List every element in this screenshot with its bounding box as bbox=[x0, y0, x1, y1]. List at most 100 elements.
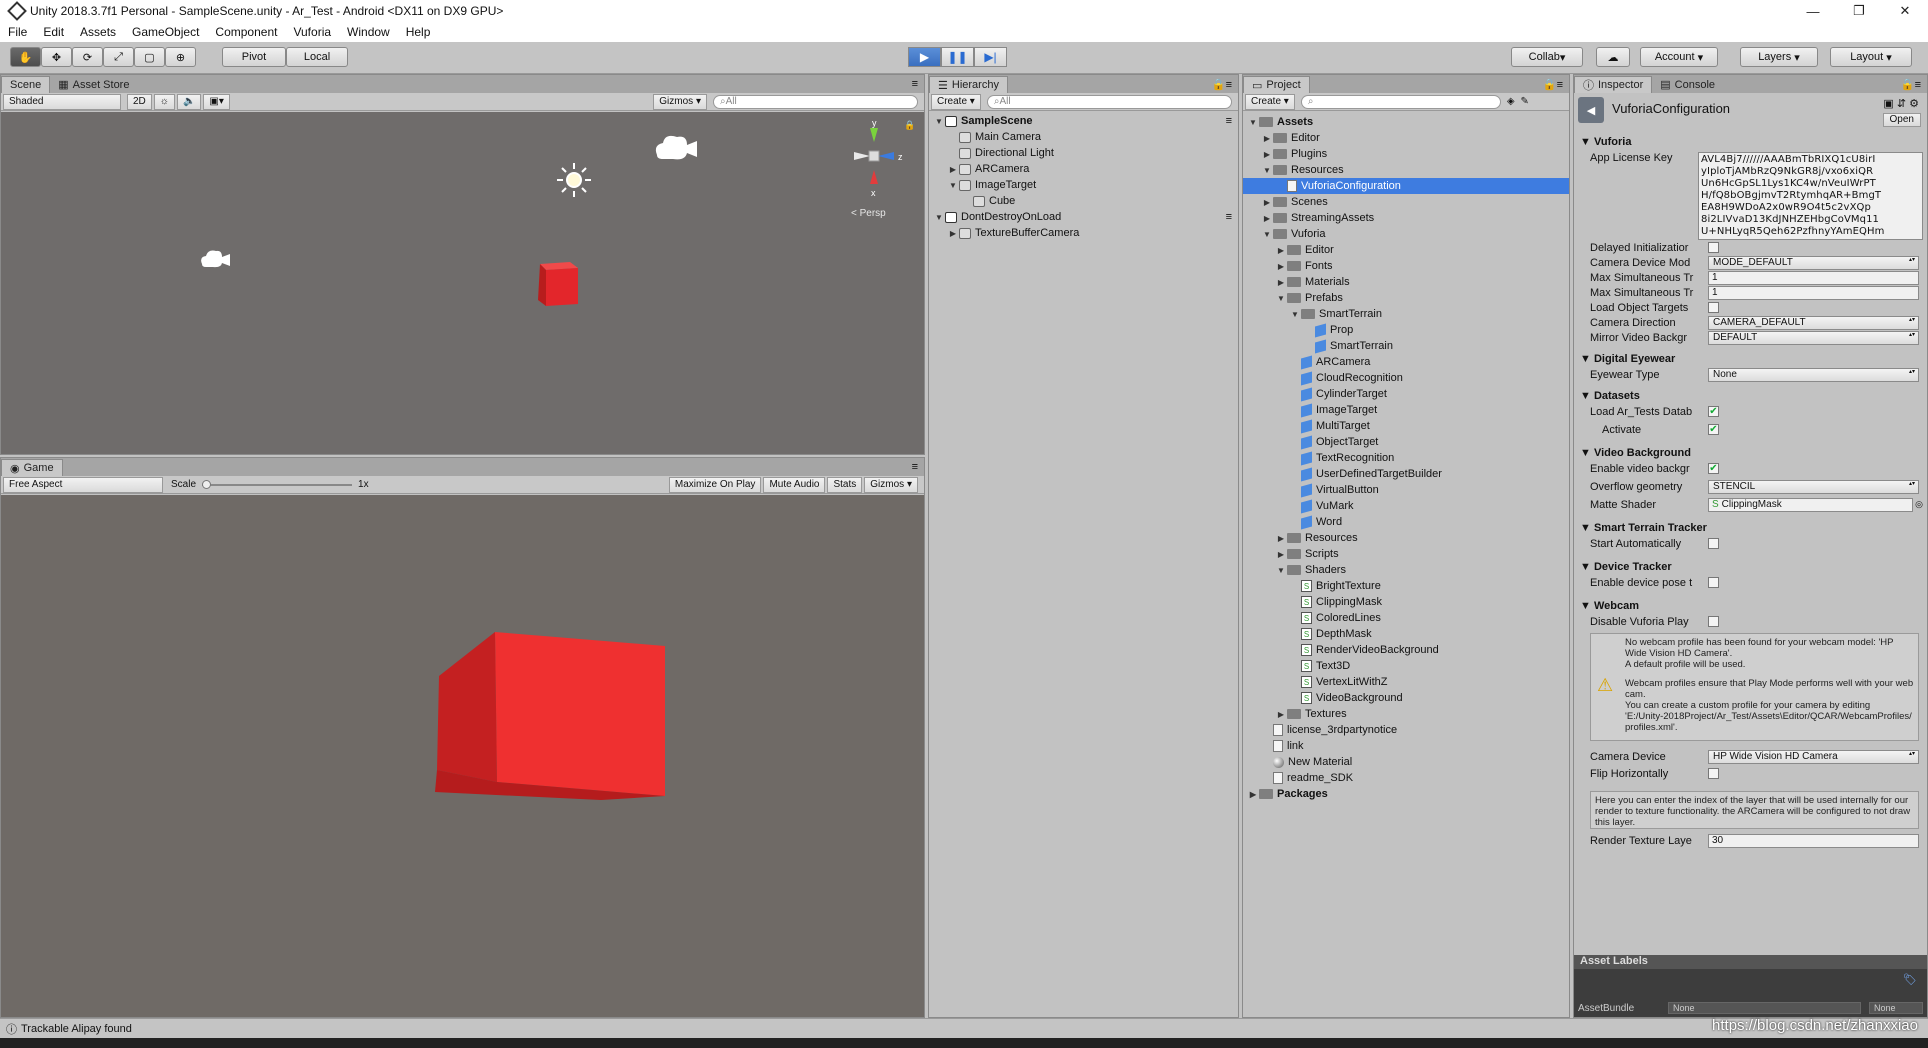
expand-right-icon[interactable]: ▶ bbox=[1275, 246, 1287, 255]
stats-toggle[interactable]: Stats bbox=[827, 476, 863, 493]
project-item[interactable]: ▶ Materials bbox=[1243, 274, 1569, 290]
project-item[interactable]: Prop bbox=[1243, 322, 1569, 338]
tab-inspector[interactable]: ⓘ Inspector bbox=[1574, 76, 1653, 93]
project-item[interactable]: S ClippingMask bbox=[1243, 594, 1569, 610]
rotate-tool-icon[interactable]: ⟳ bbox=[72, 47, 103, 67]
panel-menu-icon[interactable]: 🔒≡ bbox=[1543, 78, 1563, 91]
project-item[interactable]: ImageTarget bbox=[1243, 402, 1569, 418]
enable-device-pose-checkbox[interactable] bbox=[1708, 577, 1719, 588]
project-create-dropdown[interactable]: Create ▾ bbox=[1245, 93, 1295, 110]
expand-down-icon[interactable]: ▼ bbox=[933, 213, 945, 222]
expand-right-icon[interactable]: ▶ bbox=[1247, 790, 1259, 799]
license-key-field[interactable]: AVL4Bj7//////AAABmTbRIXQ1cU8irI yIploTjAM… bbox=[1698, 152, 1923, 240]
tab-project[interactable]: ▭ Project bbox=[1243, 76, 1310, 93]
project-item[interactable]: ▶ Textures bbox=[1243, 706, 1569, 722]
expand-right-icon[interactable]: ▶ bbox=[1261, 134, 1273, 143]
expand-right-icon[interactable]: ▶ bbox=[1275, 262, 1287, 271]
project-item[interactable]: CloudRecognition bbox=[1243, 370, 1569, 386]
project-item[interactable]: S ColoredLines bbox=[1243, 610, 1569, 626]
project-search-input[interactable]: ⌕ bbox=[1300, 94, 1501, 109]
assetbundle-dropdown[interactable]: None bbox=[1668, 1002, 1861, 1014]
settings-gear-icon[interactable]: ▣ ⇵ ⚙ bbox=[1883, 97, 1919, 110]
max-objects-field[interactable]: 1 bbox=[1708, 285, 1919, 300]
label-tag-icon[interactable]: 🏷 bbox=[1903, 973, 1917, 986]
project-item[interactable]: VirtualButton bbox=[1243, 482, 1569, 498]
filter-type-icon[interactable]: ◈ bbox=[1507, 96, 1515, 107]
minimize-icon[interactable]: — bbox=[1790, 0, 1836, 22]
expand-down-icon[interactable]: ▼ bbox=[1261, 166, 1273, 175]
hierarchy-item[interactable]: Directional Light bbox=[929, 145, 1238, 161]
lock-icon[interactable]: 🔒 bbox=[904, 120, 915, 131]
scene-menu-icon[interactable]: ≡ bbox=[1226, 115, 1232, 127]
load-object-targets-checkbox[interactable] bbox=[1708, 302, 1719, 313]
expand-right-icon[interactable]: ▶ bbox=[1275, 278, 1287, 287]
expand-down-icon[interactable]: ▼ bbox=[1289, 310, 1301, 319]
game-gizmos-dropdown[interactable]: Gizmos ▾ bbox=[864, 476, 918, 493]
tab-scene[interactable]: Scene bbox=[1, 76, 51, 93]
project-item[interactable]: CylinderTarget bbox=[1243, 386, 1569, 402]
menu-vuforia[interactable]: Vuforia bbox=[285, 25, 339, 39]
project-item[interactable]: VuMark bbox=[1243, 498, 1569, 514]
maximize-on-play-toggle[interactable]: Maximize On Play bbox=[668, 476, 762, 493]
effects-dropdown-icon[interactable]: ▣▾ bbox=[203, 93, 230, 110]
max-targets-field[interactable]: 1 bbox=[1708, 270, 1919, 285]
panel-menu-icon[interactable]: ≡ bbox=[912, 461, 918, 473]
gizmos-dropdown[interactable]: Gizmos ▾ bbox=[653, 93, 707, 110]
project-item[interactable]: ▼ SmartTerrain bbox=[1243, 306, 1569, 322]
project-item[interactable]: UserDefinedTargetBuilder bbox=[1243, 466, 1569, 482]
expand-right-icon[interactable]: ▶ bbox=[1275, 550, 1287, 559]
tab-asset-store[interactable]: ▦ Asset Store bbox=[50, 76, 137, 93]
persp-label[interactable]: < Persp bbox=[851, 208, 886, 219]
project-item[interactable]: license_3rdpartynotice bbox=[1243, 722, 1569, 738]
restore-icon[interactable]: ❐ bbox=[1836, 0, 1882, 22]
project-item[interactable]: Word bbox=[1243, 514, 1569, 530]
shading-mode-dropdown[interactable]: Shaded bbox=[3, 93, 121, 110]
project-item[interactable]: ▼ Assets bbox=[1243, 114, 1569, 130]
hierarchy-item[interactable]: ▶ TextureBufferCamera bbox=[929, 225, 1238, 241]
project-item[interactable]: readme_SDK bbox=[1243, 770, 1569, 786]
expand-right-icon[interactable]: ▶ bbox=[947, 165, 959, 174]
tab-hierarchy[interactable]: ☰ Hierarchy bbox=[929, 76, 1008, 93]
hierarchy-create-dropdown[interactable]: Create ▾ bbox=[931, 93, 981, 110]
project-item[interactable]: ▶ Editor bbox=[1243, 130, 1569, 146]
project-item[interactable]: link bbox=[1243, 738, 1569, 754]
step-button[interactable]: ▶| bbox=[974, 47, 1007, 67]
scale-slider-handle[interactable] bbox=[202, 479, 212, 489]
menu-edit[interactable]: Edit bbox=[35, 25, 72, 39]
expand-down-icon[interactable]: ▼ bbox=[1275, 566, 1287, 575]
menu-file[interactable]: File bbox=[0, 25, 35, 39]
project-item[interactable]: ARCamera bbox=[1243, 354, 1569, 370]
hierarchy-item[interactable]: Main Camera bbox=[929, 129, 1238, 145]
move-tool-icon[interactable]: ✥ bbox=[41, 47, 72, 67]
hierarchy-item[interactable]: ▼ ImageTarget bbox=[929, 177, 1238, 193]
hierarchy-search-input[interactable]: ⌕ All bbox=[986, 94, 1232, 109]
expand-right-icon[interactable]: ▶ bbox=[1275, 710, 1287, 719]
filter-label-icon[interactable]: ✎ bbox=[1521, 96, 1529, 107]
transform-tool-icon[interactable]: ⊕ bbox=[165, 47, 196, 67]
project-item[interactable]: S BrightTexture bbox=[1243, 578, 1569, 594]
disable-play-mode-checkbox[interactable] bbox=[1708, 616, 1719, 627]
project-item[interactable]: ▶ Scripts bbox=[1243, 546, 1569, 562]
project-item[interactable]: SmartTerrain bbox=[1243, 338, 1569, 354]
menu-help[interactable]: Help bbox=[398, 25, 439, 39]
panel-menu-icon[interactable]: 🔒≡ bbox=[1901, 78, 1921, 91]
expand-down-icon[interactable]: ▼ bbox=[1275, 294, 1287, 303]
project-item[interactable]: S RenderVideoBackground bbox=[1243, 642, 1569, 658]
project-item[interactable]: New Material bbox=[1243, 754, 1569, 770]
panel-menu-icon[interactable]: 🔒≡ bbox=[1212, 78, 1232, 91]
project-item[interactable]: S DepthMask bbox=[1243, 626, 1569, 642]
expand-right-icon[interactable]: ▶ bbox=[1261, 198, 1273, 207]
project-item[interactable]: S VideoBackground bbox=[1243, 690, 1569, 706]
eyewear-type-dropdown[interactable]: None bbox=[1708, 367, 1919, 382]
tab-console[interactable]: ▤ Console bbox=[1652, 76, 1723, 93]
project-item[interactable]: ▶ Plugins bbox=[1243, 146, 1569, 162]
section-webcam[interactable]: ▼ Webcam bbox=[1580, 598, 1923, 614]
enable-video-checkbox[interactable]: ✔ bbox=[1708, 463, 1719, 474]
status-bar[interactable]: ⓘ Trackable Alipay found bbox=[0, 1018, 1928, 1038]
project-item[interactable]: ▼ Prefabs bbox=[1243, 290, 1569, 306]
project-item[interactable]: S Text3D bbox=[1243, 658, 1569, 674]
cloud-icon[interactable]: ☁ bbox=[1596, 47, 1630, 67]
project-item[interactable]: ▶ Editor bbox=[1243, 242, 1569, 258]
expand-right-icon[interactable]: ▶ bbox=[1275, 534, 1287, 543]
camera-gizmo-icon[interactable] bbox=[651, 131, 699, 165]
